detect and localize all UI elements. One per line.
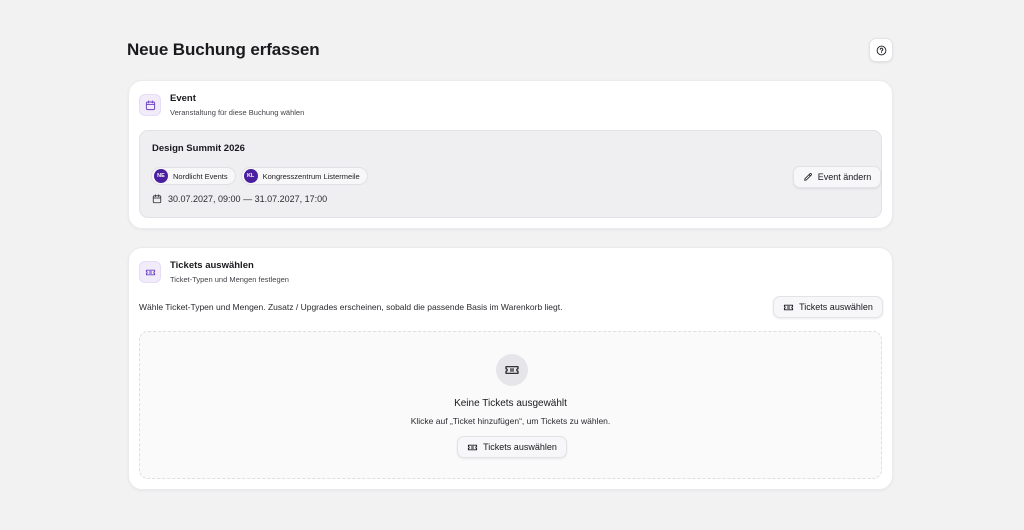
event-date-range: 30.07.2027, 09:00 — 31.07.2027, 17:00	[168, 194, 328, 204]
tickets-section-icon	[139, 261, 161, 283]
event-section-subtitle: Veranstaltung für diese Buchung wählen	[170, 108, 305, 117]
select-tickets-label: Tickets auswählen	[799, 302, 873, 312]
select-tickets-button[interactable]: Tickets auswählen	[773, 296, 883, 318]
question-circle-icon	[876, 45, 886, 55]
ticket-icon	[468, 444, 478, 450]
venue-chip: KL Kongresszentrum Listermeile	[240, 167, 368, 185]
tickets-hint: Wähle Ticket-Typen und Mengen. Zusatz / …	[139, 302, 563, 312]
tickets-card: Tickets auswählen Ticket-Typen und Menge…	[128, 247, 893, 490]
tickets-section-title: Tickets auswählen	[170, 260, 254, 271]
change-event-button[interactable]: Event ändern	[793, 166, 881, 188]
venue-label: Kongresszentrum Listermeile	[262, 171, 360, 181]
empty-state-subtitle: Klicke auf „Ticket hinzufügen“, um Ticke…	[410, 416, 611, 426]
event-section-icon	[139, 94, 161, 116]
page-title: Neue Buchung erfassen	[127, 40, 320, 59]
empty-tickets-state: Keine Tickets ausgewählt Klicke auf „Tic…	[139, 331, 882, 479]
organizer-avatar: NE	[154, 169, 168, 183]
ticket-icon	[505, 366, 519, 374]
calendar-icon	[152, 194, 162, 204]
empty-ticket-icon-wrap	[496, 354, 528, 386]
event-name: Design Summit 2026	[152, 143, 245, 154]
organizer-label: Nordlicht Events	[173, 171, 228, 181]
ticket-icon	[784, 304, 794, 310]
tickets-section-subtitle: Ticket-Typen und Mengen festlegen	[170, 275, 289, 284]
calendar-icon	[145, 99, 155, 110]
change-event-label: Event ändern	[817, 172, 872, 182]
pencil-icon	[803, 173, 812, 181]
tickets-card-header: Tickets auswählen Ticket-Typen und Menge…	[139, 260, 289, 285]
event-date-row: 30.07.2027, 09:00 — 31.07.2027, 17:00	[152, 194, 327, 204]
event-section-title: Event	[170, 93, 196, 104]
venue-avatar: KL	[243, 169, 258, 183]
empty-select-tickets-label: Tickets auswählen	[483, 442, 557, 452]
empty-state-title: Keine Tickets ausgewählt	[454, 398, 567, 409]
help-button[interactable]	[869, 38, 893, 62]
event-card: Event Veranstaltung für diese Buchung wä…	[128, 80, 893, 229]
selected-event: Design Summit 2026 NE Nordlicht Events K…	[139, 130, 882, 218]
organizer-chip: NE Nordlicht Events	[151, 167, 236, 185]
empty-select-tickets-button[interactable]: Tickets auswählen	[457, 436, 567, 458]
event-card-header: Event Veranstaltung für diese Buchung wä…	[139, 93, 304, 118]
ticket-icon	[145, 269, 155, 275]
